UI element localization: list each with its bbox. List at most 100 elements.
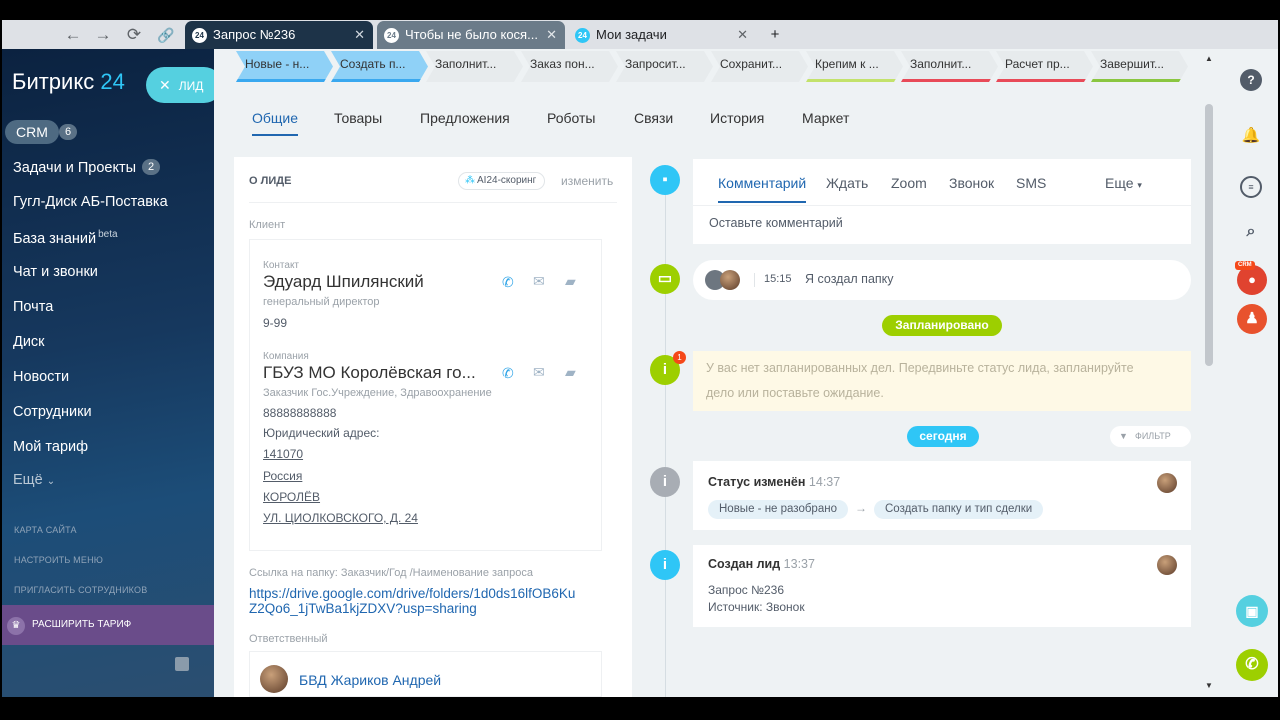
stage-10[interactable]: Завершит... xyxy=(1091,51,1188,82)
close-lead-button[interactable]: ✕ ЛИД xyxy=(146,67,214,103)
tab-market[interactable]: Маркет xyxy=(802,110,849,134)
browser-tab-1[interactable]: 24 Запрос №236 ✕ xyxy=(185,21,373,49)
avatar[interactable] xyxy=(260,665,288,693)
comment-input[interactable]: Оставьте комментарий xyxy=(709,216,843,230)
help-icon[interactable]: ? xyxy=(1240,69,1262,91)
address-zip[interactable]: 141070 xyxy=(263,447,303,461)
status-to: Создать папку и тип сделки xyxy=(874,500,1044,519)
tab-products[interactable]: Товары xyxy=(334,110,382,134)
upgrade-tariff-button[interactable]: ♛ РАСШИРИТЬ ТАРИФ xyxy=(2,605,214,645)
print-icon[interactable] xyxy=(175,657,189,671)
reload-icon[interactable]: ⟳ xyxy=(123,24,145,46)
logo[interactable]: Битрикс 24 xyxy=(12,69,125,95)
sidebar-item-label: Задачи и Проекты xyxy=(13,160,137,176)
search-icon[interactable]: ⌕ xyxy=(1240,221,1262,243)
filter-button[interactable]: ▼ ФИЛЬТР xyxy=(1110,426,1191,447)
responsible-name[interactable]: БВД Жариков Андрей xyxy=(299,672,441,688)
stage-6[interactable]: Сохранит... xyxy=(711,51,808,82)
browser-tab-3[interactable]: 24 Мои задачи ✕ xyxy=(568,21,756,49)
sidebar-item-tasks[interactable]: Задачи и Проекты 2 xyxy=(13,159,161,176)
stage-9[interactable]: Расчет пр... xyxy=(996,51,1093,82)
scroll-up-icon[interactable]: ▲ xyxy=(1205,54,1213,63)
contact-name[interactable]: Эдуард Шпилянский xyxy=(263,272,483,292)
phone-icon[interactable]: ✆ xyxy=(502,274,514,291)
stage-4[interactable]: Заказ пон... xyxy=(521,51,618,82)
stage-7[interactable]: Крепим к ... xyxy=(806,51,903,82)
planned-text-1: У вас нет запланированных дел. Передвинь… xyxy=(706,361,1134,375)
user-icon[interactable]: ♟ xyxy=(1237,304,1267,334)
avatar[interactable] xyxy=(1157,555,1177,575)
left-sidebar: Битрикс 24 ✕ ЛИД CRM 6 Задачи и Проекты 2 … xyxy=(2,49,214,697)
tab-zoom[interactable]: Zoom xyxy=(891,175,927,191)
close-icon[interactable]: ✕ xyxy=(354,21,365,49)
back-icon[interactable]: ← xyxy=(62,24,84,46)
stage-8[interactable]: Заполнит... xyxy=(901,51,998,82)
chat-icon[interactable]: ≡ xyxy=(1240,176,1262,198)
tab-wait[interactable]: Ждать xyxy=(826,175,868,191)
browser-tab-2[interactable]: 24 Чтобы не было кося... ✕ xyxy=(377,21,565,49)
tab-sms[interactable]: SMS xyxy=(1016,175,1046,191)
stage-2[interactable]: Создать п... xyxy=(331,51,428,82)
planned-card: У вас нет запланированных дел. Передвинь… xyxy=(693,351,1191,411)
address-city[interactable]: КОРОЛЁВ xyxy=(263,490,320,504)
tab-comment[interactable]: Комментарий xyxy=(718,175,807,203)
sidebar-item-disk[interactable]: Диск xyxy=(13,334,45,350)
invite-link[interactable]: ПРИГЛАСИТЬ СОТРУДНИКОВ xyxy=(14,585,147,595)
pinned-comment[interactable]: 15:15 Я создал папку xyxy=(693,260,1191,300)
stage-bar xyxy=(806,79,903,82)
chat-icon[interactable]: ▰ xyxy=(565,273,576,290)
tab-robots[interactable]: Роботы xyxy=(547,110,595,134)
sidebar-item-label: База знаний xyxy=(13,230,97,247)
tab-offers[interactable]: Предложения xyxy=(420,110,510,134)
stage-3[interactable]: Заполнит... xyxy=(426,51,523,82)
stage-1[interactable]: Новые - н... xyxy=(236,51,333,82)
scroll-down-icon[interactable]: ▼ xyxy=(1205,681,1213,690)
responsible-block: БВД Жариков Андрей xyxy=(249,651,602,697)
email-icon[interactable]: ✉ xyxy=(533,364,545,381)
close-icon[interactable]: ✕ xyxy=(546,21,557,49)
contact-label: Контакт xyxy=(263,260,300,271)
more-menu[interactable]: Еще ▾ xyxy=(1105,175,1142,191)
comment-text: Я создал папку xyxy=(805,272,894,286)
address-street[interactable]: УЛ. ЦИОЛКОВСКОГО, Д. 24 xyxy=(263,511,418,525)
phone-icon[interactable]: ✆ xyxy=(1236,649,1268,681)
sidebar-item-knowledge-base[interactable]: База знаний beta xyxy=(13,229,118,247)
configure-menu-link[interactable]: НАСТРОИТЬ МЕНЮ xyxy=(14,555,103,565)
sidebar-item-chat[interactable]: Чат и звонки xyxy=(13,264,98,280)
tab-history[interactable]: История xyxy=(710,110,764,134)
bell-icon[interactable]: 🔔 xyxy=(1240,125,1262,147)
sidebar-item-google-drive[interactable]: Гугл-Диск АБ-Поставка xyxy=(13,194,168,210)
sidebar-item-tariff[interactable]: Мой тариф xyxy=(13,439,88,455)
sidebar-item-employees[interactable]: Сотрудники xyxy=(13,404,92,420)
contact-post: генеральный директор xyxy=(263,296,380,308)
email-icon[interactable]: ✉ xyxy=(533,273,545,290)
sidebar-item-label: Чат и звонки xyxy=(13,264,98,280)
scrollbar[interactable] xyxy=(1205,104,1213,366)
filter-icon: ▼ xyxy=(1119,431,1128,441)
scoring-button[interactable]: ⁂ AI24-скоринг xyxy=(458,172,546,190)
tab-call[interactable]: Звонок xyxy=(949,175,994,191)
sitemap-link[interactable]: КАРТА САЙТА xyxy=(14,525,77,535)
stage-5[interactable]: Запросит... xyxy=(616,51,713,82)
sidebar-item-crm[interactable]: CRM xyxy=(5,120,59,144)
close-icon[interactable]: ✕ xyxy=(737,21,748,49)
open-lines-icon[interactable]: ▣ xyxy=(1236,595,1268,627)
sidebar-item-more[interactable]: Ещё ⌄ xyxy=(13,472,55,488)
avatar[interactable] xyxy=(1157,473,1177,493)
sidebar-item-mail[interactable]: Почта xyxy=(13,299,53,315)
link-icon[interactable]: 🔗 xyxy=(155,24,177,46)
main-area: Новые - н... Создать п... Заполнит... За… xyxy=(214,49,1219,697)
change-link[interactable]: изменить xyxy=(561,174,613,188)
folder-link[interactable]: https://drive.google.com/drive/folders/1… xyxy=(249,586,575,616)
sidebar-item-news[interactable]: Новости xyxy=(13,369,69,385)
phone-icon[interactable]: ✆ xyxy=(502,365,514,382)
tab-links[interactable]: Связи xyxy=(634,110,673,134)
forward-icon[interactable]: → xyxy=(92,24,114,46)
status-title-text: Статус изменён xyxy=(708,475,806,489)
chat-icon[interactable]: ▰ xyxy=(565,364,576,381)
company-name[interactable]: ГБУЗ МО Королёвская го... xyxy=(263,363,488,383)
company-type: Заказчик Гос.Учреждение, Здравоохранение xyxy=(263,387,492,399)
tab-general[interactable]: Общие xyxy=(252,110,299,136)
new-tab-button[interactable]: + xyxy=(764,24,786,46)
address-country[interactable]: Россия xyxy=(263,469,302,483)
